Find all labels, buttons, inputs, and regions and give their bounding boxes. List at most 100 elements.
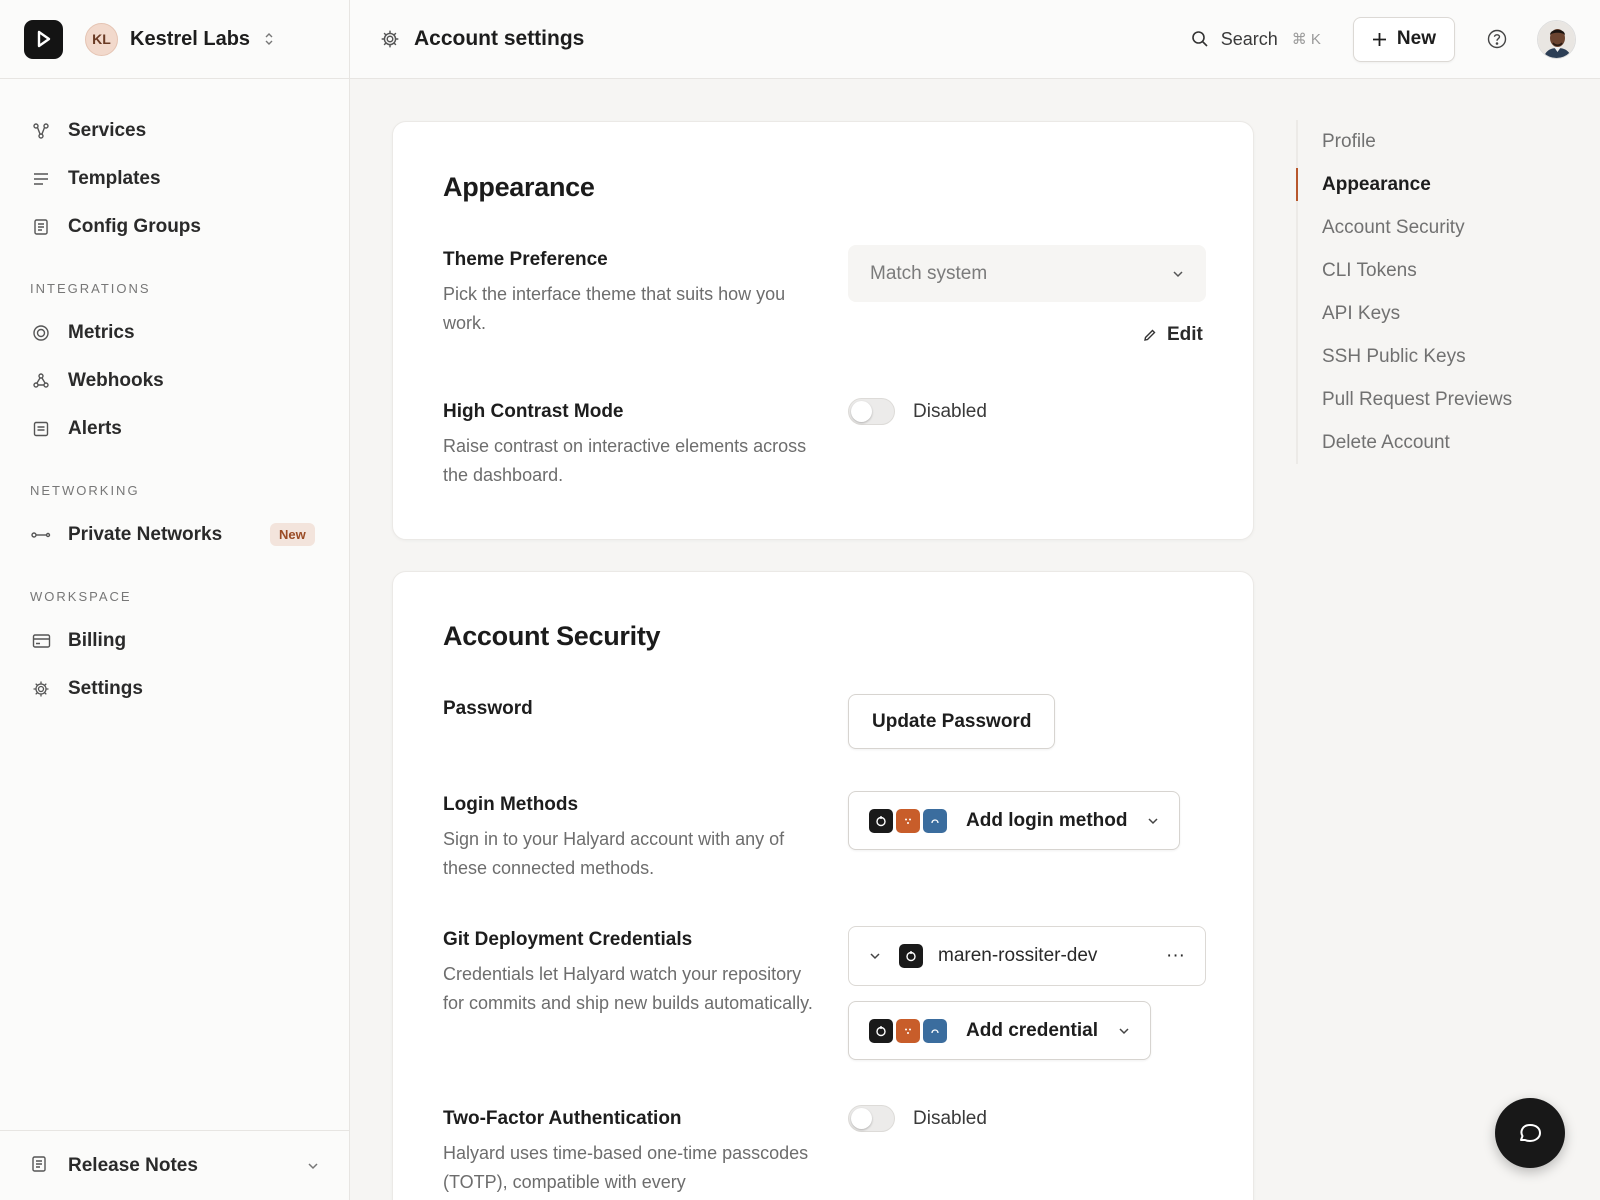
new-badge: New <box>270 523 315 546</box>
credential-row[interactable]: maren-rossiter-dev ··· <box>848 926 1206 986</box>
provider-icons <box>869 808 950 833</box>
new-button[interactable]: New <box>1352 16 1455 62</box>
git-credentials-title: Git Deployment Credentials <box>443 929 693 950</box>
bitbucket-icon <box>923 808 947 833</box>
sidebar-item-label: Billing <box>68 630 127 651</box>
sidebar-item-private-networks[interactable]: Private Networks New <box>0 511 349 559</box>
team-avatar: KL <box>85 22 118 56</box>
top-bar: Account settings Search ⌘ K New <box>350 0 1600 79</box>
private-networks-icon <box>30 524 52 546</box>
high-contrast-control: Disabled <box>848 398 987 425</box>
sidebar-item-metrics[interactable]: Metrics <box>0 309 349 357</box>
page-title-group: Account settings <box>380 27 584 51</box>
update-password-button[interactable]: Update Password <box>848 694 1056 749</box>
two-factor-desc: Halyard uses time-based one-time passcod… <box>443 1143 809 1192</box>
chevron-down-icon <box>1147 817 1159 825</box>
app-logo-icon[interactable] <box>24 19 63 59</box>
search-shortcut: ⌘ K <box>1291 31 1321 48</box>
sidebar-item-webhooks[interactable]: Webhooks <box>0 357 349 405</box>
config-groups-icon <box>30 216 52 238</box>
services-icon <box>30 120 52 142</box>
chevron-down-icon[interactable] <box>869 952 881 960</box>
theme-preference-title: Theme Preference <box>443 249 608 270</box>
release-notes-label: Release Notes <box>68 1154 198 1176</box>
toc-api-keys[interactable]: API Keys <box>1298 292 1576 335</box>
sidebar-nav: Services Templates Config Groups INTEGRA… <box>0 79 349 713</box>
billing-icon <box>30 630 52 652</box>
github-icon <box>869 1018 893 1043</box>
sidebar-item-label: Templates <box>68 168 161 189</box>
nav-section-workspace: WORKSPACE <box>30 589 132 604</box>
add-login-method-button[interactable]: Add login method <box>848 791 1181 850</box>
team-switcher[interactable]: KL Kestrel Labs <box>0 0 349 79</box>
chevron-updown-icon[interactable] <box>264 32 274 46</box>
bitbucket-icon <box>923 1018 947 1043</box>
sidebar-item-label: Settings <box>68 678 143 699</box>
toc-account-security[interactable]: Account Security <box>1298 206 1576 249</box>
sidebar-item-alerts[interactable]: Alerts <box>0 405 349 453</box>
login-methods-title: Login Methods <box>443 794 579 815</box>
gear-icon <box>380 29 400 49</box>
pencil-icon <box>1143 328 1167 342</box>
sidebar-item-label: Metrics <box>68 322 135 343</box>
appearance-heading: Appearance <box>443 172 595 202</box>
theme-edit-button[interactable]: Edit <box>1143 324 1203 346</box>
high-contrast-title: High Contrast Mode <box>443 401 624 422</box>
plus-icon <box>1372 32 1387 47</box>
search-button[interactable]: Search ⌘ K <box>1191 29 1321 50</box>
webhooks-icon <box>30 370 52 392</box>
theme-select[interactable]: Match system <box>848 245 1206 302</box>
theme-preference-desc: Pick the interface theme that suits how … <box>443 284 786 333</box>
release-notes-icon <box>30 1155 52 1177</box>
gear-icon <box>30 678 52 700</box>
sidebar-item-label: Webhooks <box>68 370 164 391</box>
toc-ssh-public-keys[interactable]: SSH Public Keys <box>1298 335 1576 378</box>
help-icon[interactable] <box>1487 29 1507 49</box>
chevron-down-icon <box>1118 1027 1130 1035</box>
chat-bubble-icon <box>1517 1120 1543 1146</box>
chevron-down-icon[interactable] <box>307 1162 319 1170</box>
chat-button[interactable] <box>1495 1098 1565 1168</box>
add-login-method-label: Add login method <box>966 809 1128 831</box>
nav-section-networking: NETWORKING <box>30 483 140 498</box>
toc-delete-account[interactable]: Delete Account <box>1298 421 1576 464</box>
account-security-heading: Account Security <box>443 621 661 651</box>
sidebar-item-config-groups[interactable]: Config Groups <box>0 203 349 251</box>
add-credential-label: Add credential <box>966 1019 1098 1041</box>
toggle-knob <box>851 401 872 422</box>
alerts-icon <box>30 418 52 440</box>
add-credential-button[interactable]: Add credential <box>848 1001 1151 1060</box>
toc-profile[interactable]: Profile <box>1298 120 1576 163</box>
toc-pull-request-previews[interactable]: Pull Request Previews <box>1298 378 1576 421</box>
sidebar-item-label: Alerts <box>68 418 122 439</box>
new-button-label: New <box>1396 28 1436 49</box>
git-credentials-desc: Credentials let Halyard watch your repos… <box>443 964 813 1013</box>
two-factor-toggle[interactable] <box>848 1105 895 1132</box>
two-factor-control: Disabled <box>848 1105 987 1132</box>
team-name: Kestrel Labs <box>130 27 251 50</box>
high-contrast-toggle[interactable] <box>848 398 895 425</box>
metrics-icon <box>30 322 52 344</box>
toc-cli-tokens[interactable]: CLI Tokens <box>1298 249 1576 292</box>
password-title: Password <box>443 698 533 719</box>
templates-icon <box>30 168 52 190</box>
release-notes-item[interactable]: Release Notes <box>0 1130 349 1200</box>
topbar-actions: Search ⌘ K New <box>1191 16 1576 62</box>
github-icon <box>899 944 923 968</box>
sidebar-item-label: Private Networks <box>68 524 223 545</box>
theme-select-value: Match system <box>870 262 988 284</box>
two-factor-state: Disabled <box>913 1107 987 1129</box>
sidebar: KL Kestrel Labs Services Templates Confi… <box>0 0 350 1200</box>
more-options-icon[interactable]: ··· <box>1166 945 1185 967</box>
high-contrast-desc: Raise contrast on interactive elements a… <box>443 436 807 485</box>
sidebar-item-services[interactable]: Services <box>0 107 349 155</box>
user-avatar[interactable] <box>1537 19 1576 59</box>
sidebar-item-label: Services <box>68 120 147 141</box>
toc-appearance[interactable]: Appearance <box>1296 163 1576 206</box>
sidebar-item-templates[interactable]: Templates <box>0 155 349 203</box>
sidebar-item-billing[interactable]: Billing <box>0 617 349 665</box>
edit-label: Edit <box>1167 324 1203 345</box>
settings-toc: Profile Appearance Account Security CLI … <box>1296 120 1576 464</box>
sidebar-item-settings[interactable]: Settings <box>0 665 349 713</box>
gitlab-icon <box>896 1018 920 1043</box>
